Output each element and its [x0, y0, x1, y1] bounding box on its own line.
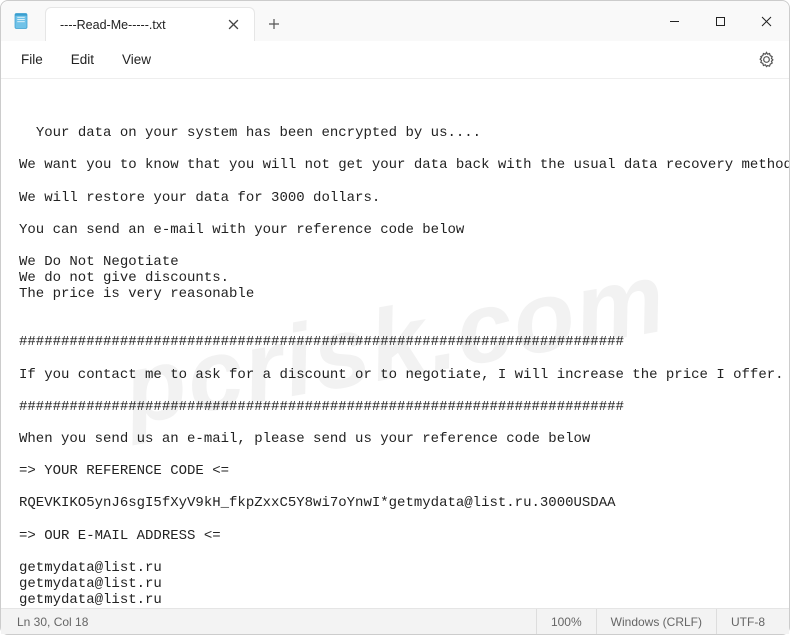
- status-position[interactable]: Ln 30, Col 18: [11, 609, 102, 634]
- new-tab-button[interactable]: [255, 7, 293, 41]
- tab[interactable]: ----Read-Me-----.txt: [45, 7, 255, 41]
- close-tab-icon[interactable]: [222, 14, 244, 36]
- maximize-button[interactable]: [697, 1, 743, 41]
- titlebar-drag-area[interactable]: [293, 1, 651, 41]
- menu-file[interactable]: File: [7, 46, 57, 73]
- status-zoom[interactable]: 100%: [536, 609, 596, 634]
- tab-title: ----Read-Me-----.txt: [60, 18, 222, 32]
- menu-edit[interactable]: Edit: [57, 46, 108, 73]
- statusbar: Ln 30, Col 18 100% Windows (CRLF) UTF-8: [1, 608, 789, 634]
- status-line-ending[interactable]: Windows (CRLF): [596, 609, 716, 634]
- titlebar: ----Read-Me-----.txt: [1, 1, 789, 41]
- text-editor-area[interactable]: pcrisk.com Your data on your system has …: [1, 79, 789, 608]
- close-button[interactable]: [743, 1, 789, 41]
- gear-icon: [758, 51, 775, 68]
- status-encoding[interactable]: UTF-8: [716, 609, 779, 634]
- menubar: File Edit View: [1, 41, 789, 79]
- settings-button[interactable]: [749, 45, 783, 75]
- minimize-button[interactable]: [651, 1, 697, 41]
- document-text: Your data on your system has been encryp…: [19, 125, 789, 608]
- window-controls: [651, 1, 789, 41]
- notepad-app-icon: [1, 1, 41, 41]
- menu-view[interactable]: View: [108, 46, 165, 73]
